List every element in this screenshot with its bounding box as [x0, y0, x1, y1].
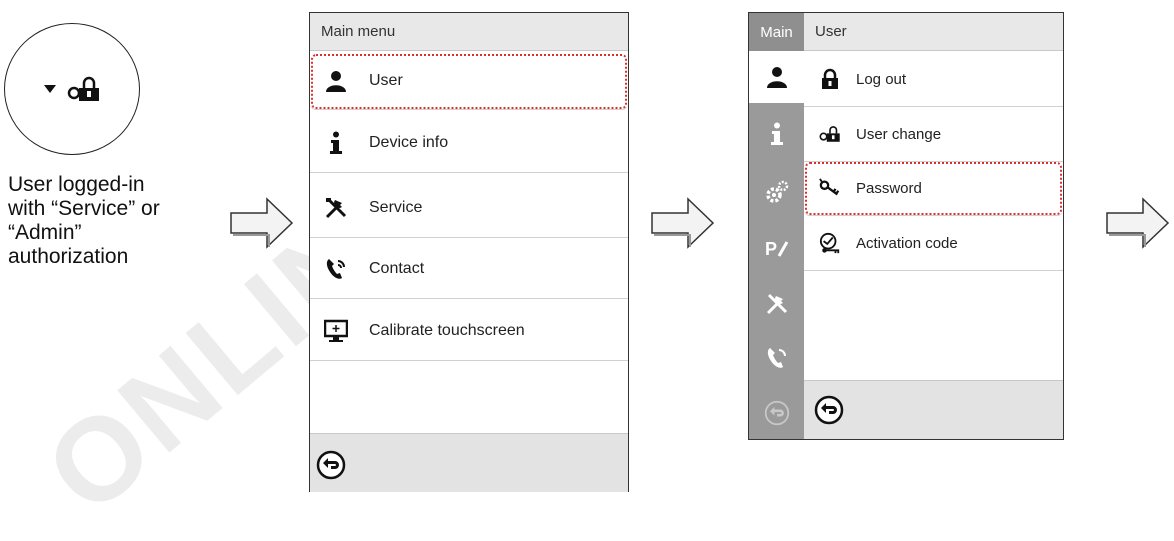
- tools-icon[interactable]: [764, 291, 790, 317]
- menu-item-label: User: [369, 72, 403, 89]
- menu-item-label: Service: [369, 198, 423, 216]
- user-icon[interactable]: [764, 64, 790, 90]
- menu-item-user-change[interactable]: User change: [804, 107, 1063, 162]
- user-lock-icon: [67, 76, 99, 101]
- back-icon[interactable]: [764, 400, 790, 426]
- menu-item-label: Log out: [856, 70, 907, 88]
- menu-item-service[interactable]: Service: [310, 178, 628, 238]
- menu-item-label: User change: [856, 125, 942, 143]
- screen-footer: [310, 433, 628, 492]
- menu-item-label: Device info: [369, 133, 449, 151]
- caption-line: authorization: [8, 245, 129, 268]
- activation-icon: [819, 232, 841, 254]
- menu-item-user[interactable]: User: [310, 53, 628, 110]
- key-icon: [819, 177, 841, 199]
- status-indicator-zoom: [4, 23, 140, 155]
- back-icon[interactable]: [814, 395, 844, 425]
- screen-title: User: [804, 13, 1063, 51]
- flow-arrow-icon: [651, 197, 715, 249]
- menu-item-contact[interactable]: Contact: [310, 239, 628, 299]
- flow-arrow-icon: [230, 197, 294, 249]
- sidebar-main-label: Main: [749, 13, 804, 51]
- dropdown-triangle-icon: [44, 85, 56, 93]
- user-icon: [324, 69, 348, 93]
- menu-item-label: Activation code: [856, 234, 958, 252]
- phone-icon: [324, 257, 348, 281]
- menu-item-password[interactable]: Password: [804, 161, 1063, 216]
- menu-item-log-out[interactable]: Log out: [804, 52, 1063, 107]
- screen-footer: [804, 380, 1063, 439]
- caption-line: with “Service” or: [8, 197, 160, 220]
- user-lock-icon: [819, 123, 841, 145]
- phone-icon[interactable]: [764, 345, 790, 371]
- program-icon[interactable]: P: [764, 235, 790, 261]
- flow-arrow-icon: [1106, 197, 1170, 249]
- main-sidebar: Main P: [749, 13, 804, 439]
- user-menu-screen: Main P User Log out User change Password…: [748, 12, 1064, 440]
- menu-item-device-info[interactable]: Device info: [310, 113, 628, 173]
- caption-line: “Admin”: [8, 221, 82, 244]
- caption-line: User logged-in: [8, 173, 145, 196]
- menu-item-label: Contact: [369, 259, 425, 277]
- info-icon: [324, 131, 348, 155]
- svg-text:P: P: [765, 239, 777, 259]
- menu-item-label: Calibrate touchscreen: [369, 321, 525, 339]
- authorization-caption: User logged-in with “Service” or “Admin”…: [8, 173, 160, 269]
- menu-item-calibrate-touchscreen[interactable]: Calibrate touchscreen: [310, 301, 628, 361]
- user-submenu: User Log out User change Password Activa…: [804, 13, 1063, 439]
- menu-item-activation-code[interactable]: Activation code: [804, 216, 1063, 271]
- back-icon[interactable]: [316, 450, 346, 480]
- tools-icon: [324, 196, 348, 220]
- monitor-icon: [324, 319, 348, 343]
- menu-item-label: Password: [856, 179, 922, 197]
- gears-icon[interactable]: [764, 179, 790, 205]
- padlock-icon: [819, 68, 841, 90]
- screen-title: Main menu: [310, 13, 628, 51]
- main-menu-screen: Main menu User Device info Service Conta…: [309, 12, 629, 492]
- info-icon[interactable]: [764, 121, 790, 147]
